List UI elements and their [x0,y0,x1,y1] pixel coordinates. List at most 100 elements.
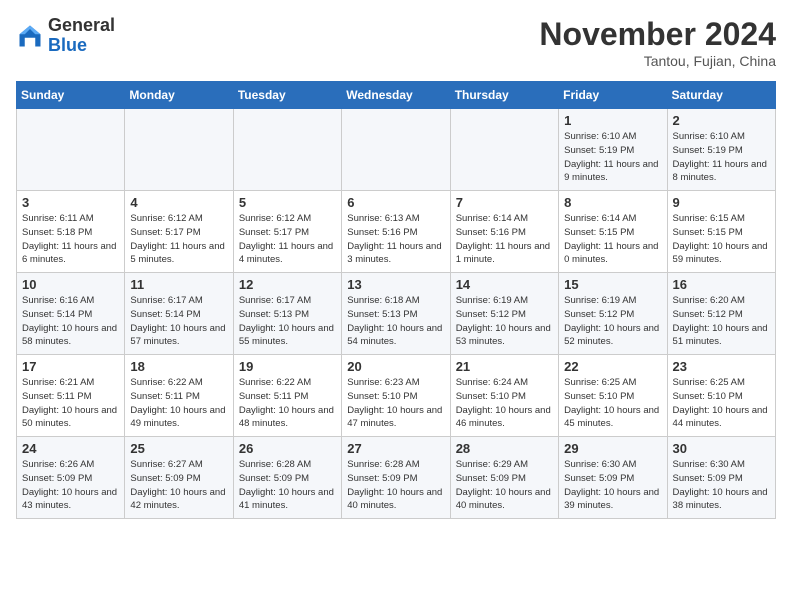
calendar-cell: 29 Sunrise: 6:30 AM Sunset: 5:09 PM Dayli… [559,437,667,519]
day-info: Sunrise: 6:23 AM Sunset: 5:10 PM Dayligh… [347,376,444,431]
calendar-cell: 24Sunrise: 6:26 AM Sunset: 5:09 PM Dayli… [17,437,125,519]
calendar-cell [125,109,233,191]
calendar-cell: 28 Sunrise: 6:29 AM Sunset: 5:09 PM Dayli… [450,437,558,519]
logo-general: General [48,15,115,35]
day-number: 22 [564,359,661,374]
day-info: Sunrise: 6:12 AM Sunset: 5:17 PM Dayligh… [130,212,227,267]
day-info: Sunrise: 6:16 AM Sunset: 5:14 PM Dayligh… [22,294,119,349]
calendar-cell: 25Sunrise: 6:27 AM Sunset: 5:09 PM Dayli… [125,437,233,519]
logo-icon [16,22,44,50]
calendar-cell: 18 Sunrise: 6:22 AM Sunset: 5:11 PM Dayli… [125,355,233,437]
logo: General Blue [16,16,115,56]
calendar-cell [450,109,558,191]
calendar-table: SundayMondayTuesdayWednesdayThursdayFrid… [16,81,776,519]
col-header-monday: Monday [125,82,233,109]
calendar-cell: 2 Sunrise: 6:10 AM Sunset: 5:19 PM Daylig… [667,109,775,191]
day-number: 18 [130,359,227,374]
day-number: 26 [239,441,336,456]
day-number: 28 [456,441,553,456]
calendar-cell [17,109,125,191]
calendar-cell: 19Sunrise: 6:22 AM Sunset: 5:11 PM Dayli… [233,355,341,437]
calendar-cell: 3 Sunrise: 6:11 AM Sunset: 5:18 PM Daylig… [17,191,125,273]
day-number: 8 [564,195,661,210]
month-title: November 2024 [539,16,776,53]
calendar-cell: 9 Sunrise: 6:15 AM Sunset: 5:15 PM Daylig… [667,191,775,273]
day-number: 12 [239,277,336,292]
calendar-cell: 22Sunrise: 6:25 AM Sunset: 5:10 PM Dayli… [559,355,667,437]
day-info: Sunrise: 6:28 AM Sunset: 5:09 PM Dayligh… [347,458,444,513]
day-number: 3 [22,195,119,210]
day-info: Sunrise: 6:19 AM Sunset: 5:12 PM Dayligh… [564,294,661,349]
calendar-cell: 13 Sunrise: 6:18 AM Sunset: 5:13 PM Dayli… [342,273,450,355]
day-info: Sunrise: 6:14 AM Sunset: 5:15 PM Dayligh… [564,212,661,267]
day-number: 27 [347,441,444,456]
col-header-sunday: Sunday [17,82,125,109]
calendar-cell [233,109,341,191]
day-info: Sunrise: 6:19 AM Sunset: 5:12 PM Dayligh… [456,294,553,349]
day-number: 23 [673,359,770,374]
location: Tantou, Fujian, China [539,53,776,69]
calendar-cell: 11Sunrise: 6:17 AM Sunset: 5:14 PM Dayli… [125,273,233,355]
calendar-cell: 10 Sunrise: 6:16 AM Sunset: 5:14 PM Dayli… [17,273,125,355]
calendar-cell: 15 Sunrise: 6:19 AM Sunset: 5:12 PM Dayli… [559,273,667,355]
calendar-cell: 7 Sunrise: 6:14 AM Sunset: 5:16 PM Daylig… [450,191,558,273]
day-info: Sunrise: 6:12 AM Sunset: 5:17 PM Dayligh… [239,212,336,267]
calendar-cell: 8 Sunrise: 6:14 AM Sunset: 5:15 PM Daylig… [559,191,667,273]
day-info: Sunrise: 6:11 AM Sunset: 5:18 PM Dayligh… [22,212,119,267]
col-header-thursday: Thursday [450,82,558,109]
week-row-5: 24Sunrise: 6:26 AM Sunset: 5:09 PM Dayli… [17,437,776,519]
col-header-friday: Friday [559,82,667,109]
day-info: Sunrise: 6:30 AM Sunset: 5:09 PM Dayligh… [673,458,770,513]
calendar-cell: 16Sunrise: 6:20 AM Sunset: 5:12 PM Dayli… [667,273,775,355]
day-info: Sunrise: 6:30 AM Sunset: 5:09 PM Dayligh… [564,458,661,513]
day-number: 2 [673,113,770,128]
day-info: Sunrise: 6:24 AM Sunset: 5:10 PM Dayligh… [456,376,553,431]
day-number: 6 [347,195,444,210]
day-number: 10 [22,277,119,292]
calendar-cell: 6 Sunrise: 6:13 AM Sunset: 5:16 PM Daylig… [342,191,450,273]
calendar-cell: 17Sunrise: 6:21 AM Sunset: 5:11 PM Dayli… [17,355,125,437]
page-header: General Blue November 2024 Tantou, Fujia… [16,16,776,69]
calendar-cell: 30 Sunrise: 6:30 AM Sunset: 5:09 PM Dayli… [667,437,775,519]
day-number: 7 [456,195,553,210]
calendar-cell: 23 Sunrise: 6:25 AM Sunset: 5:10 PM Dayli… [667,355,775,437]
calendar-cell: 1Sunrise: 6:10 AM Sunset: 5:19 PM Daylig… [559,109,667,191]
day-number: 17 [22,359,119,374]
calendar-cell [342,109,450,191]
day-number: 5 [239,195,336,210]
day-number: 15 [564,277,661,292]
day-number: 25 [130,441,227,456]
day-info: Sunrise: 6:28 AM Sunset: 5:09 PM Dayligh… [239,458,336,513]
day-number: 20 [347,359,444,374]
day-number: 29 [564,441,661,456]
calendar-cell: 21Sunrise: 6:24 AM Sunset: 5:10 PM Dayli… [450,355,558,437]
calendar-cell: 26 Sunrise: 6:28 AM Sunset: 5:09 PM Dayli… [233,437,341,519]
day-number: 24 [22,441,119,456]
calendar-cell: 20 Sunrise: 6:23 AM Sunset: 5:10 PM Dayli… [342,355,450,437]
week-row-3: 10 Sunrise: 6:16 AM Sunset: 5:14 PM Dayli… [17,273,776,355]
day-number: 13 [347,277,444,292]
day-number: 9 [673,195,770,210]
logo-text: General Blue [48,16,115,56]
calendar-cell: 27 Sunrise: 6:28 AM Sunset: 5:09 PM Dayli… [342,437,450,519]
day-info: Sunrise: 6:14 AM Sunset: 5:16 PM Dayligh… [456,212,553,267]
calendar-cell: 12 Sunrise: 6:17 AM Sunset: 5:13 PM Dayli… [233,273,341,355]
col-header-wednesday: Wednesday [342,82,450,109]
day-info: Sunrise: 6:18 AM Sunset: 5:13 PM Dayligh… [347,294,444,349]
day-info: Sunrise: 6:25 AM Sunset: 5:10 PM Dayligh… [673,376,770,431]
calendar-cell: 14 Sunrise: 6:19 AM Sunset: 5:12 PM Dayli… [450,273,558,355]
day-number: 4 [130,195,227,210]
day-info: Sunrise: 6:22 AM Sunset: 5:11 PM Dayligh… [130,376,227,431]
col-header-saturday: Saturday [667,82,775,109]
day-info: Sunrise: 6:20 AM Sunset: 5:12 PM Dayligh… [673,294,770,349]
day-number: 30 [673,441,770,456]
day-number: 11 [130,277,227,292]
day-info: Sunrise: 6:29 AM Sunset: 5:09 PM Dayligh… [456,458,553,513]
day-info: Sunrise: 6:10 AM Sunset: 5:19 PM Dayligh… [673,130,770,185]
day-info: Sunrise: 6:15 AM Sunset: 5:15 PM Dayligh… [673,212,770,267]
day-number: 1 [564,113,661,128]
day-number: 19 [239,359,336,374]
day-info: Sunrise: 6:13 AM Sunset: 5:16 PM Dayligh… [347,212,444,267]
day-number: 14 [456,277,553,292]
day-info: Sunrise: 6:17 AM Sunset: 5:13 PM Dayligh… [239,294,336,349]
